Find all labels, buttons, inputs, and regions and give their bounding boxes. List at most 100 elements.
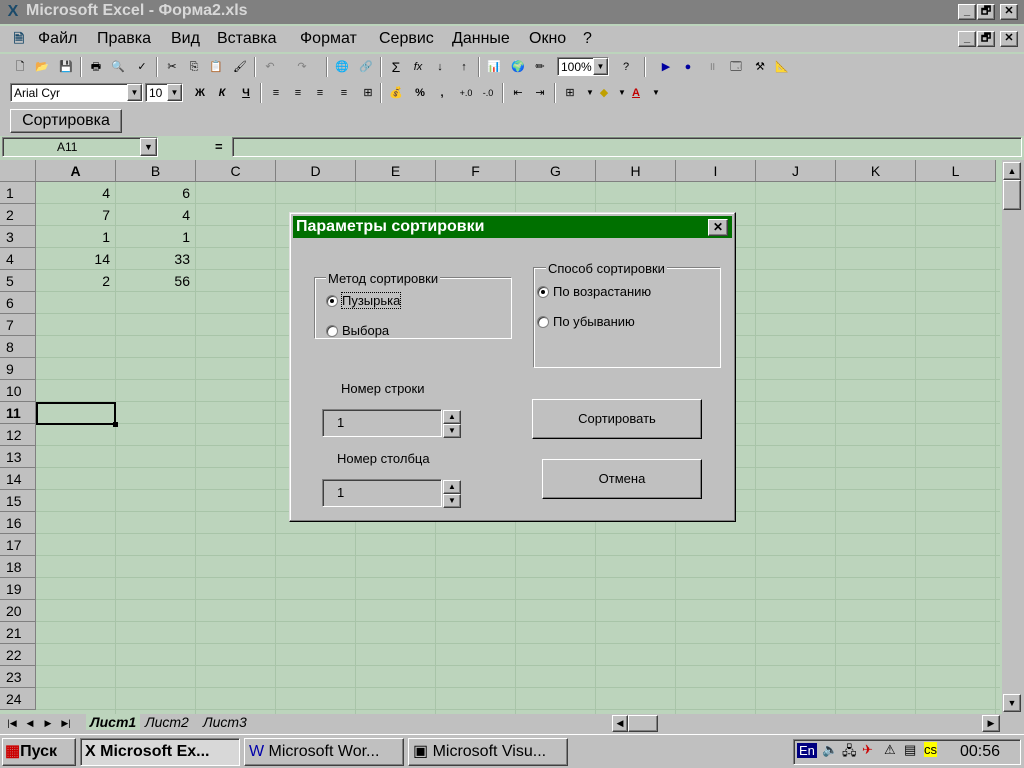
radio-selection[interactable]: Выбора [326, 323, 389, 339]
row-header-10[interactable]: 10 [0, 380, 36, 402]
column-header-g[interactable]: G [516, 160, 596, 182]
row-spin-up[interactable]: ▲ [443, 410, 461, 424]
radio-selection-dot[interactable] [326, 325, 338, 337]
column-spin-down[interactable]: ▼ [443, 494, 461, 508]
sort-ascending-icon[interactable]: ↓ [430, 57, 450, 77]
sheet-tab-3[interactable]: Лист3 [203, 714, 247, 730]
cell-b4[interactable]: 33 [116, 248, 194, 270]
italic-button[interactable]: К [212, 83, 232, 103]
column-header-f[interactable]: F [436, 160, 516, 182]
merge-center-icon[interactable]: ⊞ [358, 83, 378, 103]
doc-restore-button[interactable]: 🗗 [977, 31, 995, 47]
task-visual-basic[interactable]: ▣ Microsoft Visu... [408, 738, 568, 766]
spelling-icon[interactable]: ✓ [132, 57, 152, 77]
cell-a5[interactable]: 2 [36, 270, 114, 292]
chevron-down-icon[interactable]: ▼ [167, 84, 182, 101]
row-header-9[interactable]: 9 [0, 358, 36, 380]
task-excel[interactable]: X Microsoft Ex... [80, 738, 240, 766]
function-icon[interactable]: fx [408, 57, 428, 77]
radio-descending[interactable]: По убыванию [537, 314, 635, 330]
column-header-i[interactable]: I [676, 160, 756, 182]
comma-button[interactable]: , [432, 83, 452, 103]
scroll-up-arrow[interactable]: ▲ [1003, 162, 1021, 180]
cell-a3[interactable]: 1 [36, 226, 114, 248]
align-right-icon[interactable]: ≡ [310, 83, 330, 103]
task-word[interactable]: W Microsoft Wor... [244, 738, 404, 766]
formula-equals[interactable]: = [215, 139, 223, 154]
hscroll-thumb[interactable] [628, 715, 658, 732]
chevron-down-icon[interactable]: ▼ [127, 84, 142, 101]
window-title-bar[interactable]: X Microsoft Excel - Форма2.xls _ 🗗 ✕ [0, 0, 1024, 24]
row-header-22[interactable]: 22 [0, 644, 36, 666]
first-sheet-arrow[interactable]: |◀ [2, 714, 22, 732]
column-header-d[interactable]: D [276, 160, 356, 182]
row-header-3[interactable]: 3 [0, 226, 36, 248]
cell-a2[interactable]: 7 [36, 204, 114, 226]
pause-icon[interactable]: ॥ [702, 57, 722, 77]
row-header-19[interactable]: 19 [0, 578, 36, 600]
column-spin-up[interactable]: ▲ [443, 480, 461, 494]
sort-button[interactable]: Сортировать [532, 399, 702, 439]
row-header-11[interactable]: 11 [0, 402, 36, 424]
cs-icon[interactable]: cs [924, 742, 937, 757]
minimize-button[interactable]: _ [958, 4, 976, 20]
cell-b2[interactable]: 4 [116, 204, 194, 226]
column-header-k[interactable]: K [836, 160, 916, 182]
doc-close-button[interactable]: ✕ [1000, 31, 1018, 47]
restore-button[interactable]: 🗗 [977, 4, 995, 20]
column-header-c[interactable]: C [196, 160, 276, 182]
format-painter-icon[interactable]: 🖌 [230, 57, 250, 77]
align-center-icon[interactable]: ≡ [288, 83, 308, 103]
column-header-e[interactable]: E [356, 160, 436, 182]
justify-icon[interactable]: ≡ [334, 83, 354, 103]
visual-basic-icon[interactable]: 📐 [772, 57, 792, 77]
cell-b3[interactable]: 1 [116, 226, 194, 248]
row-header-17[interactable]: 17 [0, 534, 36, 556]
vertical-scrollbar[interactable]: ▲ ▼ [1002, 160, 1024, 716]
cell-b5[interactable]: 56 [116, 270, 194, 292]
zoom-select[interactable]: 100% ▼ [557, 57, 609, 76]
network-icon[interactable]: 🖧 [842, 742, 857, 764]
row-header-7[interactable]: 7 [0, 314, 36, 336]
column-number-field[interactable]: 1 [322, 479, 442, 507]
radio-bubble-dot[interactable] [326, 295, 338, 307]
name-box[interactable]: A11 ▼ [2, 137, 158, 157]
sheet-tab-1[interactable]: Лист1 [86, 714, 141, 730]
copy-icon[interactable]: ⎘ [184, 57, 204, 77]
language-indicator[interactable]: En [797, 743, 817, 758]
row-header-24[interactable]: 24 [0, 688, 36, 710]
redo-icon[interactable]: ↷ [292, 57, 312, 77]
scheduler-icon[interactable]: ✈ [862, 742, 873, 758]
sheet-tab-2[interactable]: Лист2 [145, 714, 189, 730]
row-header-12[interactable]: 12 [0, 424, 36, 446]
select-all-corner[interactable] [0, 160, 36, 182]
menu-file[interactable]: Файл [38, 30, 77, 48]
drawing-icon[interactable]: ✏ [530, 57, 550, 77]
cancel-button[interactable]: Отмена [542, 459, 702, 499]
decrease-indent-icon[interactable]: ⇤ [508, 83, 528, 103]
save-icon[interactable]: 💾 [56, 57, 76, 77]
row-header-23[interactable]: 23 [0, 666, 36, 688]
cell-a4[interactable]: 14 [36, 248, 114, 270]
borders-icon[interactable]: ⊞ [560, 83, 580, 103]
open-icon[interactable]: 📂 [32, 57, 52, 77]
column-header-a[interactable]: A [36, 160, 116, 182]
increase-decimal-icon[interactable]: +.0 [456, 83, 476, 103]
close-button[interactable]: ✕ [1000, 4, 1018, 20]
row-header-8[interactable]: 8 [0, 336, 36, 358]
start-button[interactable]: ▦Пуск [2, 738, 76, 766]
currency-icon[interactable]: 💰 [386, 83, 406, 103]
increase-indent-icon[interactable]: ⇥ [530, 83, 550, 103]
office-assistant-icon[interactable]: ? [616, 57, 636, 77]
row-header-6[interactable]: 6 [0, 292, 36, 314]
active-cell-selection[interactable] [36, 402, 118, 427]
volume-icon[interactable]: 🔈 [822, 742, 838, 758]
row-header-16[interactable]: 16 [0, 512, 36, 534]
fill-handle[interactable] [113, 422, 118, 427]
row-header-18[interactable]: 18 [0, 556, 36, 578]
menu-view[interactable]: Вид [171, 30, 200, 48]
decrease-decimal-icon[interactable]: -.0 [478, 83, 498, 103]
undo-icon[interactable]: ↶ [260, 57, 280, 77]
scroll-thumb[interactable] [1003, 180, 1021, 210]
sort-descending-icon[interactable]: ↑ [454, 57, 474, 77]
